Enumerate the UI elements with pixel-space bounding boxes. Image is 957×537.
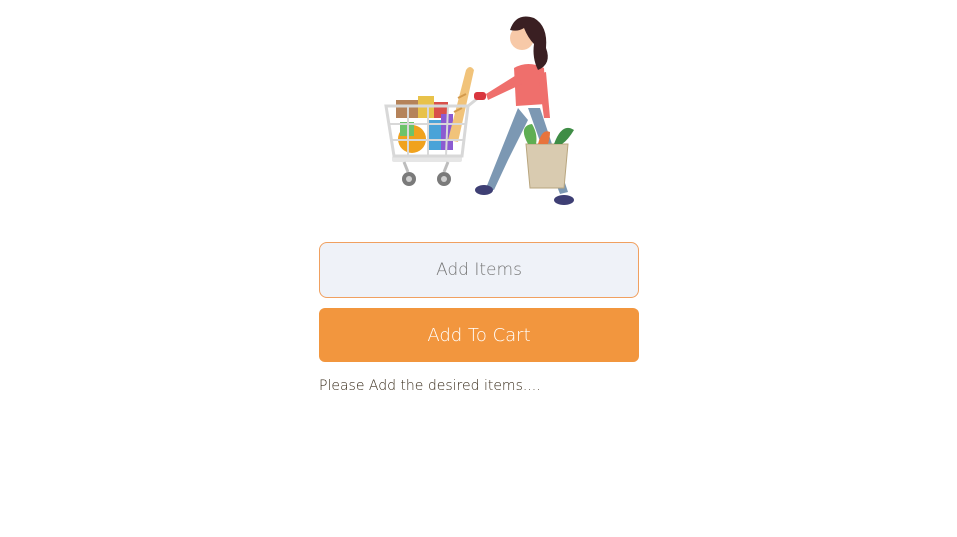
add-items-input[interactable] (319, 242, 639, 298)
shopping-illustration-icon (384, 16, 574, 205)
add-to-cart-button[interactable]: Add To Cart (319, 308, 639, 362)
status-message: Please Add the desired items.... (319, 378, 541, 394)
